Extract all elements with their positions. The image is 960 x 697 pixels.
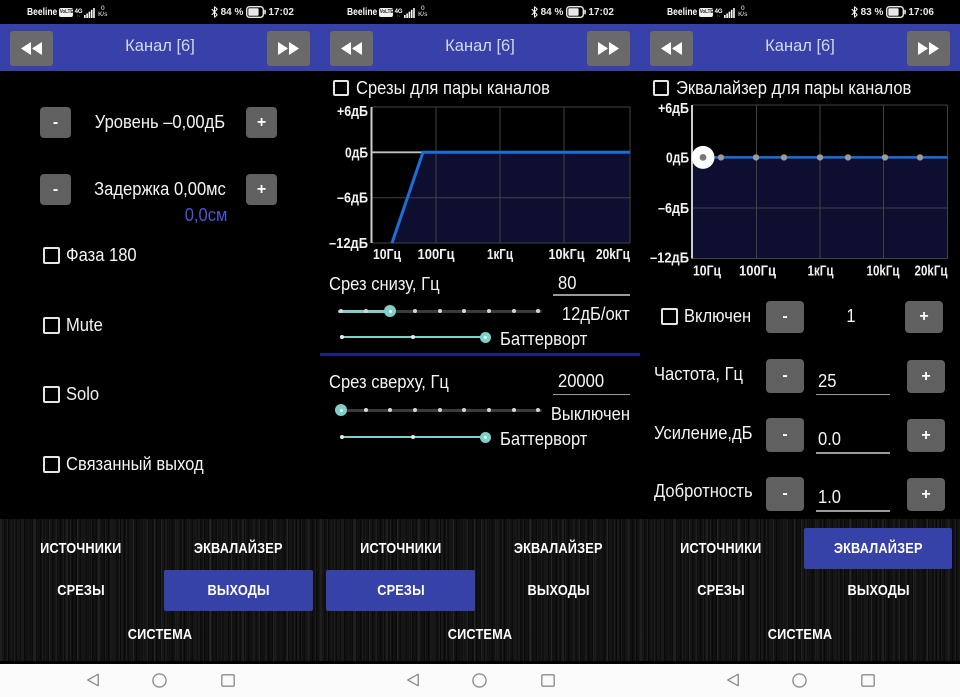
svg-text:100Гц: 100Гц [739,264,776,280]
svg-text:10Гц: 10Гц [693,264,721,280]
svg-text:–12дБ: –12дБ [650,251,689,267]
svg-text:–12дБ: –12дБ [329,236,368,252]
svg-text:20kГц: 20kГц [596,247,630,263]
svg-text:10kГц: 10kГц [867,264,900,280]
svg-text:0дБ: 0дБ [666,150,689,166]
svg-text:1кГц: 1кГц [808,264,834,280]
svg-text:10kГц: 10kГц [549,247,585,263]
svg-text:10Гц: 10Гц [373,247,401,263]
svg-text:–6дБ: –6дБ [658,201,689,217]
svg-text:100Гц: 100Гц [418,247,455,263]
svg-text:+6дБ: +6дБ [337,104,368,120]
svg-text:1кГц: 1кГц [487,247,513,263]
svg-text:20kГц: 20kГц [915,264,948,280]
svg-text:+6дБ: +6дБ [658,101,689,117]
svg-text:0дБ: 0дБ [345,145,368,161]
svg-text:–6дБ: –6дБ [337,191,368,207]
